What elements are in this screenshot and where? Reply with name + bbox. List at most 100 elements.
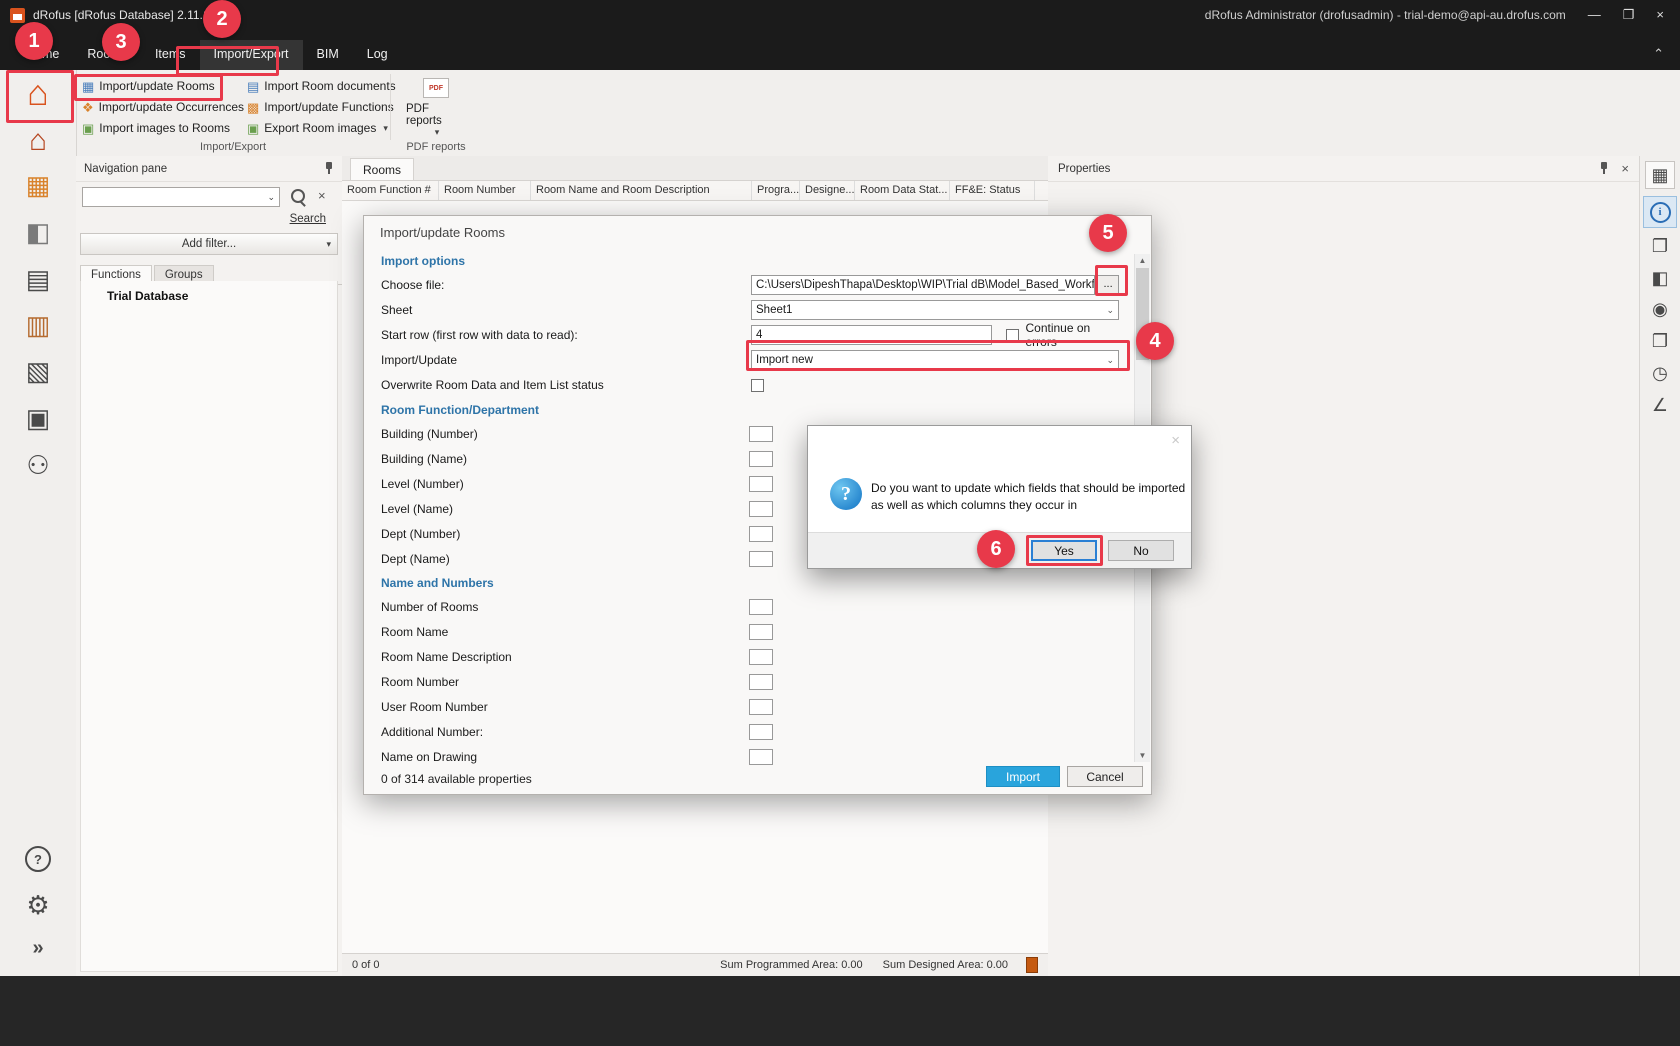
scroll-down-icon[interactable]: ▼	[1135, 751, 1150, 760]
field-building-number-input[interactable]	[749, 426, 773, 442]
field-number-of-rooms-input[interactable]	[749, 599, 773, 615]
window-title: dRofus [dRofus Database] 2.11.1.1055	[33, 8, 240, 22]
help-button[interactable]: ?	[0, 846, 76, 872]
search-icon[interactable]	[291, 189, 305, 203]
field-custom-field-input[interactable]	[749, 774, 773, 775]
import-update-rooms-button[interactable]: ▦ Import/update Rooms	[78, 76, 248, 96]
field-room-name-description-input[interactable]	[749, 649, 773, 665]
pdf-reports-button[interactable]: PDF PDF reports ▾	[406, 74, 466, 138]
import-images-button[interactable]: ▣ Import images to Rooms	[78, 118, 248, 138]
import-update-dropdown[interactable]: Import new ⌄	[751, 350, 1119, 370]
tab-log[interactable]: Log	[353, 40, 402, 70]
items-module-button[interactable]: ▦	[0, 172, 76, 199]
scrollbar-thumb[interactable]	[1136, 268, 1149, 360]
scroll-up-icon[interactable]: ▲	[1135, 256, 1150, 265]
gear-icon: ⚙	[26, 890, 49, 920]
files-panel-button[interactable]: ❐	[1640, 331, 1680, 352]
settings-button[interactable]: ⚙	[0, 892, 76, 919]
cancel-button[interactable]: Cancel	[1067, 766, 1143, 787]
sheet-dropdown[interactable]: Sheet1 ⌄	[751, 300, 1119, 320]
column-room-function[interactable]: Room Function #	[342, 181, 439, 200]
measure-panel-button[interactable]: ∠	[1640, 395, 1680, 416]
collapse-ribbon-icon[interactable]: ⌃	[1653, 46, 1664, 62]
tab-home[interactable]: Home	[12, 40, 73, 70]
info-panel-button[interactable]: i	[1643, 196, 1677, 228]
tree-root-item[interactable]: Trial Database	[107, 289, 337, 303]
column-ffe-status[interactable]: FF&E: Status	[950, 181, 1035, 200]
import-button[interactable]: Import	[986, 766, 1060, 787]
row-count: 0 of 0	[352, 959, 380, 971]
choose-file-input[interactable]: C:\Users\DipeshThapa\Desktop\WIP\Trial d…	[751, 275, 1095, 295]
column-room-data-status[interactable]: Room Data Stat...	[855, 181, 950, 200]
export-images-icon: ▣	[247, 122, 259, 135]
documents-module-button[interactable]: ▤	[0, 266, 76, 293]
continue-on-errors-checkbox[interactable]	[1006, 329, 1019, 342]
logbook-icon: ▣	[26, 403, 51, 433]
camera-panel-button[interactable]: ◉	[1640, 299, 1680, 320]
rooms-module-button[interactable]: ⌂	[0, 126, 76, 156]
reports-module-button[interactable]: ▧	[0, 358, 76, 385]
copy-panel-button[interactable]: ❐	[1640, 236, 1680, 257]
clear-search-icon[interactable]: ×	[318, 188, 326, 203]
tab-rooms[interactable]: Rooms	[73, 40, 141, 70]
confirmation-message-line2: as well as which columns they occur in	[871, 497, 1185, 514]
tab-items[interactable]: Items	[141, 40, 200, 70]
history-panel-button[interactable]: ◷	[1640, 363, 1680, 384]
search-link[interactable]: Search	[76, 213, 326, 225]
close-icon[interactable]: ×	[1171, 432, 1180, 449]
column-room-number[interactable]: Room Number	[439, 181, 531, 200]
sum-designed-area: Sum Designed Area: 0.00	[883, 959, 1008, 971]
import-update-functions-button[interactable]: ▩ Import/update Functions	[243, 97, 400, 117]
logbook-module-button[interactable]: ▣	[0, 405, 76, 432]
import-update-label: Import/Update	[381, 353, 751, 367]
search-input[interactable]: ⌄	[82, 187, 280, 207]
column-designed[interactable]: Designe...	[800, 181, 855, 200]
field-additional-number-input[interactable]	[749, 724, 773, 740]
navigation-pane: Navigation pane ⌄ × Search Add filter...…	[76, 156, 343, 976]
import-update-functions-label: Import/update Functions	[264, 100, 393, 114]
pin-icon[interactable]	[1599, 162, 1609, 175]
navigation-pane-title: Navigation pane	[84, 163, 167, 175]
home-module-button[interactable]: ⌂	[0, 75, 76, 111]
import-images-icon: ▣	[82, 122, 94, 135]
import-update-occurrences-button[interactable]: ❖ Import/update Occurrences	[78, 97, 248, 117]
field-level-number-input[interactable]	[749, 476, 773, 492]
export-room-images-button[interactable]: ▣ Export Room images ▾	[243, 118, 400, 138]
field-room-name-input[interactable]	[749, 624, 773, 640]
pin-icon[interactable]	[324, 162, 334, 175]
systems-module-button[interactable]: ▥	[0, 312, 76, 339]
tab-bim[interactable]: BIM	[303, 40, 353, 70]
contacts-module-button[interactable]: ⚇	[0, 452, 76, 479]
ribbon-group-import-export: Import/Export	[76, 141, 390, 153]
overwrite-checkbox[interactable]	[751, 379, 764, 392]
yes-button[interactable]: Yes	[1031, 540, 1097, 561]
start-row-input[interactable]: 4	[751, 325, 992, 345]
field-name-on-drawing-input[interactable]	[749, 749, 773, 765]
field-dept-number-input[interactable]	[749, 526, 773, 542]
contacts-icon: ⚇	[26, 450, 49, 480]
minimize-icon[interactable]: —	[1588, 7, 1601, 23]
occurrences-module-button[interactable]: ◧	[0, 219, 76, 246]
model-panel-button[interactable]: ◧	[1640, 268, 1680, 289]
tab-import-export[interactable]: Import/Export	[200, 40, 303, 70]
column-room-name[interactable]: Room Name and Room Description	[531, 181, 752, 200]
expand-rail-button[interactable]: »	[0, 938, 76, 959]
close-panel-icon[interactable]: ×	[1621, 161, 1629, 176]
document-tab-rooms[interactable]: Rooms	[350, 158, 414, 180]
grid-view-button[interactable]: ▦	[1645, 161, 1675, 189]
no-button[interactable]: No	[1108, 540, 1174, 561]
add-filter-button[interactable]: Add filter... ▾	[80, 233, 338, 255]
field-dept-name-input[interactable]	[749, 551, 773, 567]
close-icon[interactable]: ×	[1656, 7, 1664, 23]
import-room-documents-button[interactable]: ▤ Import Room documents	[243, 76, 400, 96]
app-window: dRofus [dRofus Database] 2.11.1.1055 dRo…	[0, 0, 1680, 1046]
field-room-number-input[interactable]	[749, 674, 773, 690]
section-import-options: Import options	[381, 254, 1119, 269]
column-programmed[interactable]: Progra...	[752, 181, 800, 200]
maximize-icon[interactable]: ❐	[1623, 7, 1635, 23]
field-level-name-input[interactable]	[749, 501, 773, 517]
field-room-name-label: Room Name	[381, 625, 749, 639]
field-user-room-number-input[interactable]	[749, 699, 773, 715]
browse-button[interactable]: ...	[1097, 275, 1119, 295]
field-building-name-input[interactable]	[749, 451, 773, 467]
